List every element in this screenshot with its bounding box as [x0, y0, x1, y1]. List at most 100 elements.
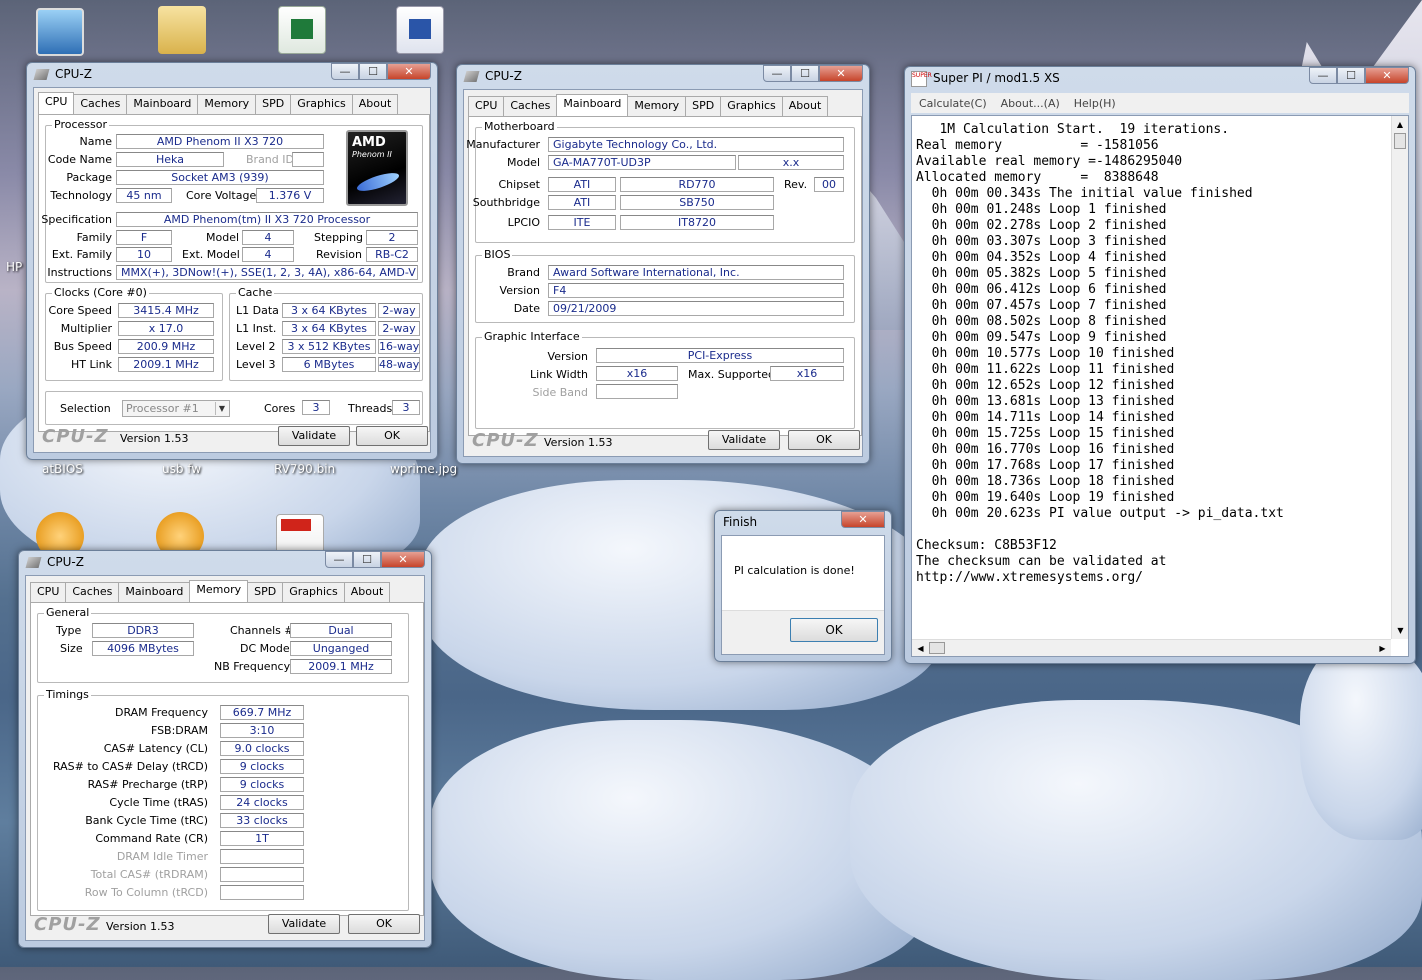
computer-icon[interactable] [36, 8, 84, 56]
maximize-icon[interactable]: ☐ [1337, 67, 1365, 84]
output-line: Allocated memory = 8388648 [916, 170, 1159, 185]
menu-about[interactable]: About...(A) [1001, 97, 1060, 110]
validate-button[interactable]: Validate [708, 430, 780, 450]
minimize-icon[interactable]: — [1309, 67, 1337, 84]
tab-about[interactable]: About [343, 582, 391, 602]
word-icon[interactable] [396, 6, 444, 54]
minimize-icon[interactable]: — [331, 63, 359, 80]
maximize-icon[interactable]: ☐ [791, 65, 819, 82]
cache-size: 3 x 64 KBytes [282, 321, 376, 336]
desktop-icon-label[interactable]: usb fw [162, 462, 201, 476]
tab-caches[interactable]: Caches [65, 582, 120, 602]
field-label: HT Link [70, 358, 112, 371]
folder-icon[interactable] [158, 6, 206, 54]
cache-size: 3 x 512 KBytes [282, 339, 376, 354]
lpcio-vendor: ITE [548, 215, 616, 230]
tab-spd[interactable]: SPD [255, 94, 292, 114]
tab-caches[interactable]: Caches [73, 94, 128, 114]
tab-cpu[interactable]: CPU [38, 92, 75, 114]
group-title: Motherboard [482, 120, 557, 133]
logo-line: Phenom II [352, 150, 392, 159]
output-area[interactable]: 1M Calculation Start. 19 iterations. Real… [911, 115, 1409, 657]
tab-spd[interactable]: SPD [685, 96, 722, 116]
vertical-scrollbar[interactable]: ▲ ▼ [1391, 116, 1408, 639]
desktop-icon-label[interactable]: wprime.jpg [390, 462, 457, 476]
tab-about[interactable]: About [781, 96, 829, 116]
tab-about[interactable]: About [351, 94, 399, 114]
scroll-up-icon[interactable]: ▲ [1392, 116, 1408, 133]
excel-icon[interactable] [278, 6, 326, 54]
selection-group: Selection Processor #1 ▼ Cores 3 Threads … [45, 391, 423, 425]
tab-graphics[interactable]: Graphics [282, 582, 345, 602]
field-label: LPCIO [507, 216, 540, 229]
maximize-icon[interactable]: ☐ [353, 551, 381, 568]
max-supported-value: x16 [770, 366, 844, 381]
desktop-icon-label: HP [6, 260, 23, 274]
validate-button[interactable]: Validate [268, 914, 340, 934]
field-label: Side Band [532, 386, 588, 399]
ok-button[interactable]: OK [348, 914, 420, 934]
menu-calculate[interactable]: Calculate(C) [919, 97, 987, 110]
output-line: 0h 00m 20.623s PI value output -> pi_dat… [916, 506, 1284, 521]
close-icon[interactable]: ✕ [841, 511, 885, 528]
cache-group: Cache L1 Data 3 x 64 KBytes 2-way L1 Ins… [229, 286, 423, 381]
field-label: Instructions [47, 266, 112, 279]
scroll-thumb[interactable] [929, 642, 945, 654]
cache-way: 2-way [378, 321, 420, 336]
footer: CPU-Z Version 1.53 Validate OK [464, 426, 862, 456]
scroll-down-icon[interactable]: ▼ [1392, 622, 1408, 639]
tab-cpu[interactable]: CPU [468, 96, 505, 116]
tab-cpu[interactable]: CPU [30, 582, 67, 602]
field-label: Family [76, 231, 112, 244]
tab-mainboard[interactable]: Mainboard [118, 582, 191, 602]
title-bar[interactable]: SUPER Super PI / mod1.5 XS — ☐ ✕ [905, 67, 1415, 91]
field-label: Brand ID [246, 153, 294, 166]
close-icon[interactable]: ✕ [381, 551, 425, 568]
title-bar[interactable]: CPU-Z — ☐ ✕ [27, 63, 437, 87]
tab-caches[interactable]: Caches [503, 96, 558, 116]
scroll-left-icon[interactable]: ◀ [912, 640, 929, 656]
ok-button[interactable]: OK [788, 430, 860, 450]
output-line: 0h 00m 13.681s Loop 13 finished [916, 394, 1175, 409]
tab-spd[interactable]: SPD [247, 582, 284, 602]
dialog-title: Finish [723, 515, 758, 529]
minimize-icon[interactable]: — [325, 551, 353, 568]
title-bar[interactable]: CPU-Z — ☐ ✕ [19, 551, 431, 575]
desktop-icon-label[interactable]: RV790.bin [274, 462, 335, 476]
field-label: Rev. [784, 178, 808, 191]
tab-graphics[interactable]: Graphics [720, 96, 783, 116]
group-title: Clocks (Core #0) [52, 286, 149, 299]
minimize-icon[interactable]: — [763, 65, 791, 82]
tab-memory[interactable]: Memory [627, 96, 687, 116]
menu-help[interactable]: Help(H) [1074, 97, 1116, 110]
tab-graphics[interactable]: Graphics [290, 94, 353, 114]
close-icon[interactable]: ✕ [819, 65, 863, 82]
tab-memory[interactable]: Memory [197, 94, 257, 114]
title-bar[interactable]: Finish ✕ [715, 511, 891, 535]
scroll-thumb[interactable] [1394, 133, 1406, 149]
tab-mainboard[interactable]: Mainboard [556, 94, 629, 116]
group-title: Graphic Interface [482, 330, 582, 343]
timing-value: 1T [220, 831, 304, 846]
close-icon[interactable]: ✕ [1365, 67, 1409, 84]
close-icon[interactable]: ✕ [387, 63, 431, 80]
ok-button[interactable]: OK [356, 426, 428, 446]
cache-way: 2-way [378, 303, 420, 318]
field-label: Bus Speed [53, 340, 112, 353]
window-title: CPU-Z [55, 67, 92, 81]
tab-mainboard[interactable]: Mainboard [126, 94, 199, 114]
desktop-icon-label[interactable]: atBIOS [42, 462, 83, 476]
chevron-down-icon[interactable]: ▼ [215, 402, 228, 415]
output-line: 0h 00m 08.502s Loop 8 finished [916, 314, 1167, 329]
scroll-right-icon[interactable]: ▶ [1374, 640, 1391, 656]
validate-button[interactable]: Validate [278, 426, 350, 446]
title-bar[interactable]: CPU-Z — ☐ ✕ [457, 65, 869, 89]
cpuz-logo: CPU-Z [42, 426, 109, 447]
processor-select[interactable]: Processor #1 ▼ [122, 400, 230, 417]
bios-brand-value: Award Software International, Inc. [548, 265, 844, 280]
horizontal-scrollbar[interactable]: ◀ ▶ [912, 639, 1391, 656]
tab-memory[interactable]: Memory [189, 580, 249, 602]
ok-button[interactable]: OK [790, 618, 878, 642]
tab-panel: General Type DDR3 Size 4096 MBytes Chann… [30, 602, 424, 916]
maximize-icon[interactable]: ☐ [359, 63, 387, 80]
